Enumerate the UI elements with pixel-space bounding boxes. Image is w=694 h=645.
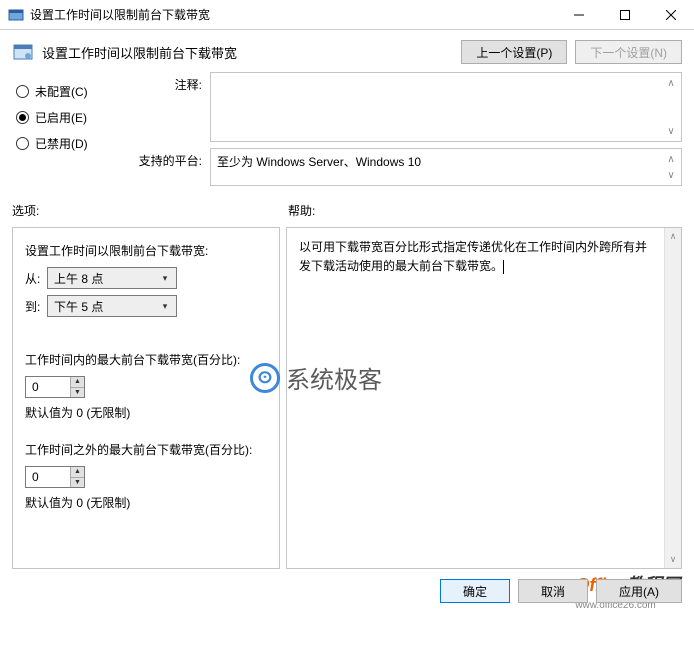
radio-label: 未配置(C) xyxy=(35,83,88,100)
radio-label: 已启用(E) xyxy=(35,109,87,126)
prev-setting-button[interactable]: 上一个设置(P) xyxy=(461,40,567,64)
out-hours-label: 工作时间之外的最大前台下载带宽(百分比): xyxy=(25,441,267,458)
platform-box: 至少为 Windows Server、Windows 10 ∧ ∨ xyxy=(210,148,682,186)
radio-icon xyxy=(16,85,29,98)
cancel-button[interactable]: 取消 xyxy=(518,579,588,603)
help-section-label: 帮助: xyxy=(288,202,682,219)
next-setting-button: 下一个设置(N) xyxy=(575,40,682,64)
help-text: 以可用下载带宽百分比形式指定传递优化在工作时间内外跨所有并发下载活动使用的最大前… xyxy=(299,238,657,276)
radio-label: 已禁用(D) xyxy=(35,135,88,152)
close-button[interactable] xyxy=(648,0,694,30)
ok-button[interactable]: 确定 xyxy=(440,579,510,603)
window-title: 设置工作时间以限制前台下载带宽 xyxy=(30,6,556,23)
radio-icon xyxy=(16,111,29,124)
comment-label: 注释: xyxy=(128,72,202,142)
from-time-select[interactable]: 上午 8 点 ▾ xyxy=(47,267,177,289)
radio-not-configured[interactable]: 未配置(C) xyxy=(16,78,116,104)
to-label: 到: xyxy=(25,298,41,315)
help-panel: 以可用下载带宽百分比形式指定传递优化在工作时间内外跨所有并发下载活动使用的最大前… xyxy=(286,227,682,569)
out-hours-stepper[interactable]: 0 ▲ ▼ xyxy=(25,466,85,488)
out-hours-hint: 默认值为 0 (无限制) xyxy=(25,494,267,511)
scroll-down-icon[interactable]: ∨ xyxy=(665,551,681,568)
radio-disabled[interactable]: 已禁用(D) xyxy=(16,130,116,156)
platform-label: 支持的平台: xyxy=(128,148,202,186)
radio-icon xyxy=(16,137,29,150)
radio-enabled[interactable]: 已启用(E) xyxy=(16,104,116,130)
options-section-label: 选项: xyxy=(12,202,288,219)
scroll-up-icon[interactable]: ∧ xyxy=(663,151,679,167)
maximize-button[interactable] xyxy=(602,0,648,30)
in-hours-stepper[interactable]: 0 ▲ ▼ xyxy=(25,376,85,398)
scroll-down-icon[interactable]: ∨ xyxy=(663,123,679,139)
to-time-select[interactable]: 下午 5 点 ▾ xyxy=(47,295,177,317)
spin-up-icon[interactable]: ▲ xyxy=(70,467,84,478)
comment-textarea[interactable]: ∧ ∨ xyxy=(210,72,682,142)
options-panel: 设置工作时间以限制前台下载带宽: 从: 上午 8 点 ▾ 到: 下午 5 点 ▾… xyxy=(12,227,280,569)
from-label: 从: xyxy=(25,270,41,287)
help-scrollbar[interactable]: ∧ ∨ xyxy=(664,228,681,568)
scroll-down-icon[interactable]: ∨ xyxy=(663,167,679,183)
chevron-down-icon: ▾ xyxy=(158,301,172,312)
policy-title: 设置工作时间以限制前台下载带宽 xyxy=(42,43,237,62)
spin-down-icon[interactable]: ▼ xyxy=(70,388,84,398)
apply-button[interactable]: 应用(A) xyxy=(596,579,682,603)
spin-down-icon[interactable]: ▼ xyxy=(70,478,84,488)
chevron-down-icon: ▾ xyxy=(158,273,172,284)
options-title: 设置工作时间以限制前台下载带宽: xyxy=(25,242,267,259)
policy-icon xyxy=(12,41,34,63)
in-hours-hint: 默认值为 0 (无限制) xyxy=(25,404,267,421)
minimize-button[interactable] xyxy=(556,0,602,30)
scroll-up-icon[interactable]: ∧ xyxy=(665,228,681,245)
spin-up-icon[interactable]: ▲ xyxy=(70,377,84,388)
scroll-up-icon[interactable]: ∧ xyxy=(663,75,679,91)
in-hours-label: 工作时间内的最大前台下载带宽(百分比): xyxy=(25,351,267,368)
app-icon xyxy=(8,7,24,23)
